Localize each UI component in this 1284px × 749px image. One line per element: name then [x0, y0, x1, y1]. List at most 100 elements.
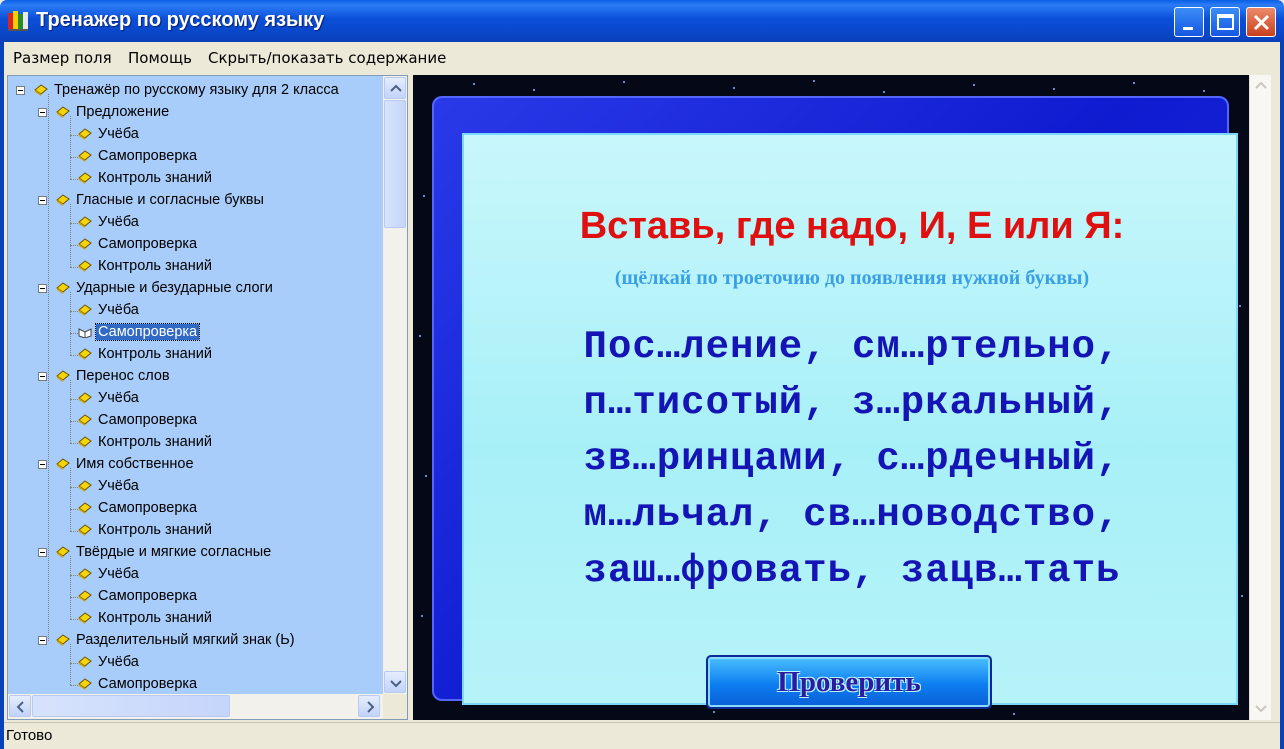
tree-child-item[interactable]: Контроль знаний — [8, 608, 383, 630]
content-vertical-scrollbar[interactable] — [1249, 75, 1271, 720]
collapse-toggle-icon[interactable] — [38, 460, 47, 469]
tree-child-item[interactable]: Контроль знаний — [8, 432, 383, 454]
arrow-down-icon — [1255, 705, 1267, 713]
tree-guide-line — [70, 204, 71, 267]
maximize-button[interactable] — [1210, 7, 1240, 37]
tree-child-item[interactable]: Учёба — [8, 652, 383, 674]
tree-item-label: Контроль знаний — [98, 258, 212, 274]
task-hint: (щёлкай по троеточию до появления нужной… — [614, 267, 1090, 289]
star-decoration — [1133, 82, 1135, 84]
word-line[interactable]: Пос…ление, см…ртельно, — [464, 325, 1240, 369]
tree-child-item[interactable]: Самопроверка — [8, 586, 383, 608]
tree-section-item[interactable]: Предложение — [8, 102, 383, 124]
star-decoration — [883, 91, 885, 93]
minimize-button[interactable] — [1174, 7, 1204, 37]
star-decoration — [713, 711, 715, 713]
tree-child-item[interactable]: Учёба — [8, 564, 383, 586]
collapse-toggle-icon[interactable] — [16, 86, 25, 95]
tree-child-item[interactable]: Самопроверка — [8, 674, 383, 694]
tree-child-item[interactable]: Контроль знаний — [8, 168, 383, 190]
minimize-icon — [1183, 27, 1193, 30]
star-decoration — [813, 80, 815, 82]
collapse-toggle-icon[interactable] — [38, 636, 47, 645]
collapse-toggle-icon[interactable] — [38, 372, 47, 381]
star-decoration — [1013, 713, 1015, 715]
menu-bar: Размер поля Помощь Скрыть/показать содер… — [0, 42, 1284, 72]
menu-toggle-contents[interactable]: Скрыть/показать содержание — [208, 49, 446, 67]
tree-item-label: Гласные и согласные буквы — [76, 192, 264, 208]
menu-field-size[interactable]: Размер поля — [13, 49, 112, 67]
exercise-card-frame: Вставь, где надо, И, Е или Я: (щёлкай по… — [432, 96, 1238, 709]
star-decoration — [423, 195, 425, 197]
tree-guide-line — [70, 556, 71, 619]
scroll-down-button[interactable] — [384, 671, 406, 693]
closed-book-icon — [78, 480, 92, 492]
arrow-up-icon — [390, 84, 402, 92]
arrow-right-icon — [367, 701, 375, 713]
tree-section-item[interactable]: Имя собственное — [8, 454, 383, 476]
tree-child-item[interactable]: Самопроверка — [8, 498, 383, 520]
scroll-up-button[interactable] — [384, 77, 406, 99]
tree-child-item[interactable]: Самопроверка — [8, 410, 383, 432]
tree-horizontal-scrollbar[interactable] — [8, 694, 383, 719]
scroll-left-button[interactable] — [9, 695, 31, 717]
tree-section-item[interactable]: Ударные и безударные слоги — [8, 278, 383, 300]
closed-book-icon — [56, 194, 70, 206]
word-line[interactable]: заш…фровать, зацв…тать — [464, 549, 1240, 593]
tree-child-item[interactable]: Самопроверка — [8, 234, 383, 256]
close-button[interactable] — [1246, 7, 1276, 37]
tree-child-item[interactable]: Учёба — [8, 212, 383, 234]
star-decoration — [533, 89, 535, 91]
collapse-toggle-icon[interactable] — [38, 284, 47, 293]
collapse-toggle-icon[interactable] — [38, 108, 47, 117]
tree-horizontal-scroll-thumb[interactable] — [32, 695, 230, 717]
title-bar[interactable]: Тренажер по русскому языку — [0, 0, 1284, 42]
tree-item-label: Ударные и безударные слоги — [76, 280, 273, 296]
tree-section-item[interactable]: Гласные и согласные буквы — [8, 190, 383, 212]
closed-book-icon — [78, 260, 92, 272]
tree-child-item[interactable]: Учёба — [8, 124, 383, 146]
tree-section-item[interactable]: Твёрдые и мягкие согласные — [8, 542, 383, 564]
star-decoration — [1239, 305, 1241, 307]
tree-section-item[interactable]: Перенос слов — [8, 366, 383, 388]
word-line[interactable]: зв…ринцами, с…рдечный, — [464, 437, 1240, 481]
tree-vertical-scroll-thumb[interactable] — [384, 100, 406, 228]
tree-guide-line — [70, 179, 78, 180]
closed-book-icon — [78, 216, 92, 228]
check-button-label: Проверить — [777, 666, 921, 698]
tree-vertical-scrollbar[interactable] — [383, 76, 407, 694]
tree-child-item[interactable]: Контроль знаний — [8, 344, 383, 366]
tree-section-item[interactable]: Разделительный мягкий знак (Ь) — [8, 630, 383, 652]
tree-child-item[interactable]: Учёба — [8, 476, 383, 498]
tree-child-item[interactable]: Самопроверка — [8, 146, 383, 168]
tree-child-item[interactable]: Самопроверка — [8, 322, 383, 344]
word-line[interactable]: м…льчал, св…новодство, — [464, 493, 1240, 537]
tree-guide-line — [70, 333, 78, 334]
tree-guide-line — [70, 292, 71, 355]
closed-book-icon — [78, 656, 92, 668]
scroll-right-button[interactable] — [358, 695, 380, 717]
menu-help[interactable]: Помощь — [128, 49, 192, 67]
maximize-icon — [1217, 14, 1234, 30]
close-icon — [1253, 14, 1270, 31]
collapse-toggle-icon[interactable] — [38, 548, 47, 557]
closed-book-icon — [78, 304, 92, 316]
check-button[interactable]: Проверить — [706, 655, 992, 709]
tree-child-item[interactable]: Контроль знаний — [8, 520, 383, 542]
tree-item-label: Перенос слов — [76, 368, 170, 384]
closed-book-icon — [78, 568, 92, 580]
word-line[interactable]: п…тисотый, з…ркальный, — [464, 381, 1240, 425]
tree-item-label: Разделительный мягкий знак (Ь) — [76, 632, 295, 648]
tree-child-item[interactable]: Учёба — [8, 388, 383, 410]
scrollbar-corner — [383, 694, 407, 719]
contents-tree-panel: Тренажёр по русскому языку для 2 класса П… — [7, 75, 408, 720]
status-bar: Готово — [4, 722, 1280, 749]
tree-child-item[interactable]: Контроль знаний — [8, 256, 383, 278]
tree-item-label: Самопроверка — [98, 148, 198, 164]
collapse-toggle-icon[interactable] — [38, 196, 47, 205]
window-frame-right — [1280, 42, 1284, 749]
tree-child-item[interactable]: Учёба — [8, 300, 383, 322]
arrow-left-icon — [16, 701, 24, 713]
tree-root-item[interactable]: Тренажёр по русскому языку для 2 класса — [8, 80, 383, 102]
tree-guide-line — [70, 157, 78, 158]
